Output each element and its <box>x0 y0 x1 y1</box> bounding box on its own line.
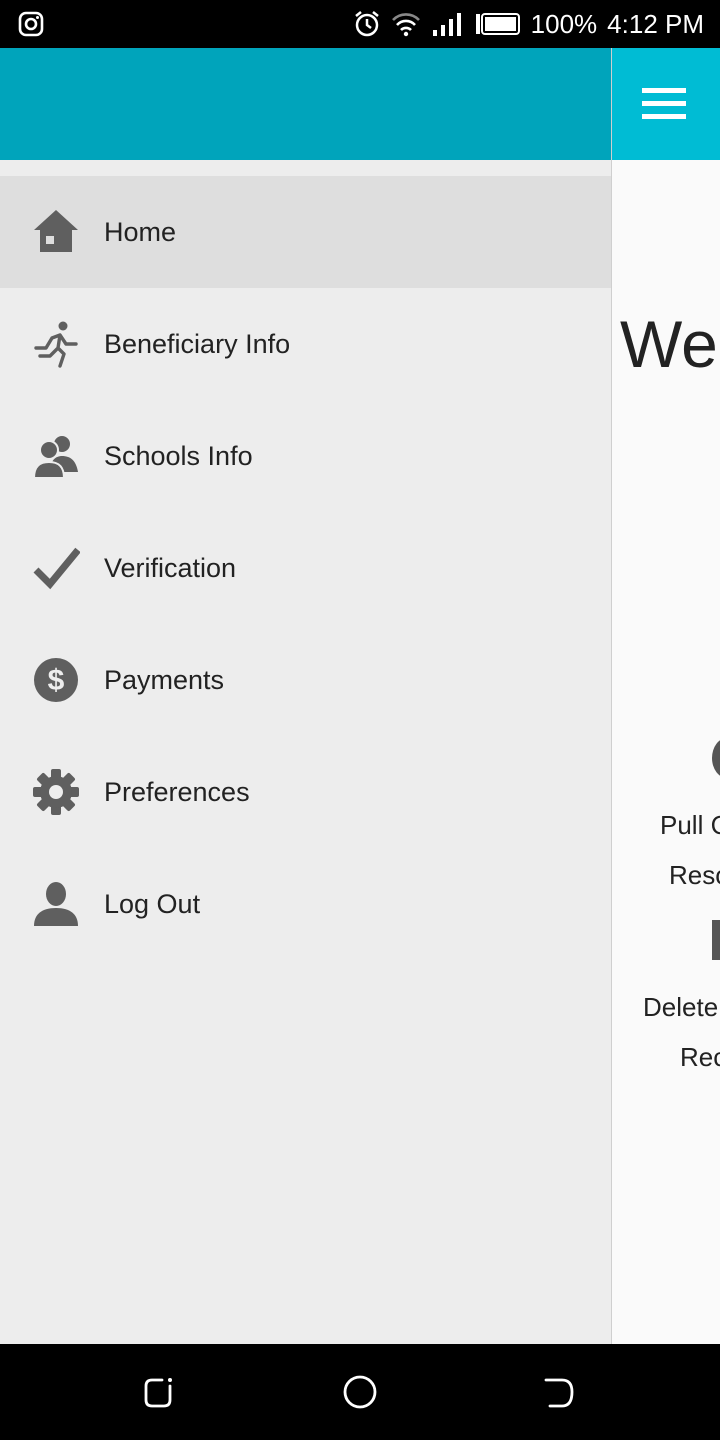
background-text-4: Rec <box>680 1042 720 1072</box>
clock: 4:12 PM <box>607 8 704 39</box>
drawer-item-label: Preferences <box>104 776 250 807</box>
drawer-item-label: Verification <box>104 552 237 583</box>
user-icon <box>32 880 80 928</box>
drawer-item-label: Beneficiary Info <box>104 328 291 359</box>
drawer-header <box>0 48 611 160</box>
welcome-title: Wel <box>620 307 720 381</box>
recent-apps-icon[interactable] <box>142 1374 178 1410</box>
main-screen: Wel Pull C Reso Delete Rec Home <box>0 48 720 1344</box>
users-icon <box>32 432 80 480</box>
drawer-item-label: Payments <box>104 664 225 695</box>
background-text-3: Delete <box>643 992 719 1022</box>
checkmark-icon <box>32 544 80 592</box>
system-nav-bar <box>0 1344 720 1440</box>
background-icon <box>712 738 720 778</box>
drawer-item-preferences[interactable]: Preferences <box>0 736 611 848</box>
background-text-1: Pull C <box>660 810 720 840</box>
status-bar: 100% 4:12 PM <box>0 0 720 48</box>
drawer-item-log-out[interactable]: Log Out <box>0 848 611 960</box>
battery-percent: 100% <box>530 8 598 39</box>
instagram-icon <box>18 11 44 37</box>
svg-text:$: $ <box>48 664 65 697</box>
drawer-item-label: Schools Info <box>104 440 253 471</box>
trash-icon <box>712 920 720 960</box>
running-person-icon <box>32 320 80 368</box>
drawer-item-label: Home <box>104 216 177 247</box>
drawer-item-verification[interactable]: Verification <box>0 512 611 624</box>
back-icon[interactable] <box>542 1374 578 1410</box>
dollar-icon: $ <box>32 656 80 704</box>
hamburger-menu-icon <box>642 88 686 119</box>
drawer-item-payments[interactable]: $ Payments <box>0 624 611 736</box>
drawer-item-label: Log Out <box>104 888 201 919</box>
battery-icon <box>475 13 520 35</box>
navigation-drawer: Home Beneficiary Info Schools Info Verif… <box>0 48 612 1344</box>
wifi-icon <box>391 13 420 37</box>
alarm-icon <box>354 11 379 37</box>
background-text-2: Reso <box>669 860 720 890</box>
drawer-item-home[interactable]: Home <box>0 176 611 288</box>
signal-icon <box>432 13 461 36</box>
menu-button[interactable] <box>628 76 700 132</box>
home-circle-icon[interactable] <box>342 1374 378 1410</box>
drawer-menu: Home Beneficiary Info Schools Info Verif… <box>0 176 611 960</box>
drawer-item-beneficiary-info[interactable]: Beneficiary Info <box>0 288 611 400</box>
drawer-item-schools-info[interactable]: Schools Info <box>0 400 611 512</box>
home-icon <box>32 208 80 256</box>
gear-icon <box>32 768 80 816</box>
